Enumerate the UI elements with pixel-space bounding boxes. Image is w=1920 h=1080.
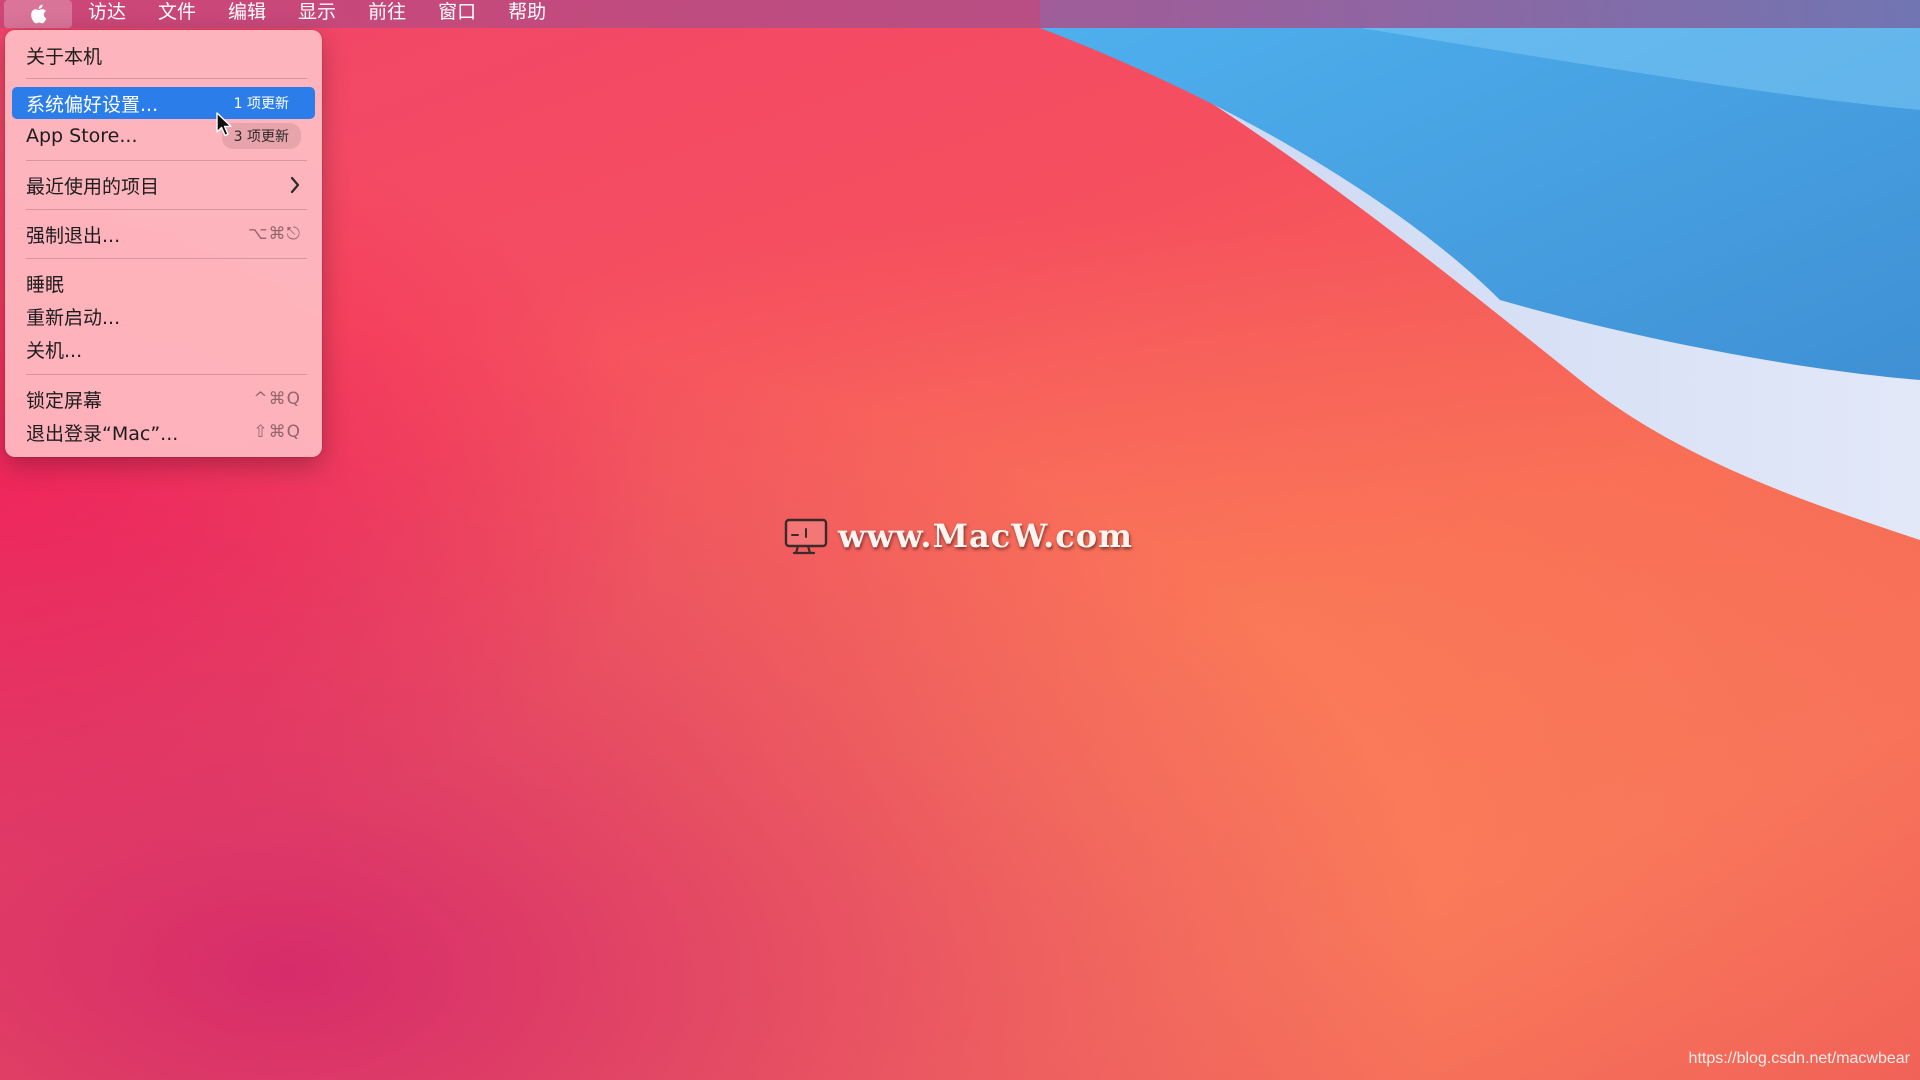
desktop[interactable]: 访达 文件 编辑 显示 前往 窗口 帮助 关于本机 系统偏好设置... 1 项更… <box>0 0 1920 1080</box>
menu-item-label: 重新启动... <box>26 306 121 329</box>
menu-item-force-quit[interactable]: 强制退出... ⌥⌘⎋ <box>12 218 315 250</box>
keyboard-shortcut: ^⌘Q <box>253 389 301 409</box>
menu-item-system-preferences[interactable]: 系统偏好设置... 1 项更新 <box>12 87 315 119</box>
menu-item-restart[interactable]: 重新启动... <box>12 300 315 332</box>
menubar-item-window[interactable]: 窗口 <box>422 0 492 28</box>
menu-item-label: 退出登录“Mac”... <box>26 422 179 445</box>
menubar-item-go[interactable]: 前往 <box>352 0 422 28</box>
menubar-item-help[interactable]: 帮助 <box>492 0 562 28</box>
apple-logo-icon <box>31 4 47 24</box>
menu-separator <box>26 78 307 79</box>
menu-item-label: 锁定屏幕 <box>26 389 103 412</box>
menubar-item-edit[interactable]: 编辑 <box>212 0 282 28</box>
source-url-text: https://blog.csdn.net/macwbear <box>1688 1050 1910 1067</box>
menubar-item-finder[interactable]: 访达 <box>72 0 142 28</box>
menu-item-app-store[interactable]: App Store... 3 项更新 <box>12 120 315 152</box>
watermark-text: www.MacW.com <box>838 517 1133 555</box>
menu-item-label: 最近使用的项目 <box>26 175 160 198</box>
menu-item-label: 关机... <box>26 339 83 362</box>
menu-item-lock-screen[interactable]: 锁定屏幕 ^⌘Q <box>12 383 315 415</box>
menu-separator <box>26 258 307 259</box>
menu-item-recent-items[interactable]: 最近使用的项目 <box>12 169 315 201</box>
menu-item-about[interactable]: 关于本机 <box>12 39 315 71</box>
menu-separator <box>26 209 307 210</box>
menu-item-shutdown[interactable]: 关机... <box>12 333 315 365</box>
menubar-item-view[interactable]: 显示 <box>282 0 352 28</box>
menu-item-log-out[interactable]: 退出登录“Mac”... ⇧⌘Q <box>12 416 315 448</box>
menu-item-label: 睡眠 <box>26 273 65 296</box>
menu-item-label: 强制退出... <box>26 224 121 247</box>
menu-bar: 访达 文件 编辑 显示 前往 窗口 帮助 <box>0 0 1920 28</box>
apple-menu-dropdown: 关于本机 系统偏好设置... 1 项更新 App Store... 3 项更新 … <box>5 30 322 457</box>
menu-item-label: App Store... <box>26 125 138 147</box>
watermark: www.MacW.com <box>784 517 1133 555</box>
menu-separator <box>26 160 307 161</box>
menu-item-label: 关于本机 <box>26 45 103 68</box>
menu-separator <box>26 374 307 375</box>
keyboard-shortcut: ⇧⌘Q <box>253 422 301 442</box>
menu-item-sleep[interactable]: 睡眠 <box>12 267 315 299</box>
mouse-pointer-icon <box>216 112 232 137</box>
macw-logo-icon <box>784 518 828 555</box>
menu-item-label: 系统偏好设置... <box>26 93 159 116</box>
apple-menu-button[interactable] <box>4 0 72 28</box>
keyboard-shortcut: ⌥⌘⎋ <box>247 224 301 244</box>
menubar-item-file[interactable]: 文件 <box>142 0 212 28</box>
chevron-right-icon <box>290 176 300 194</box>
